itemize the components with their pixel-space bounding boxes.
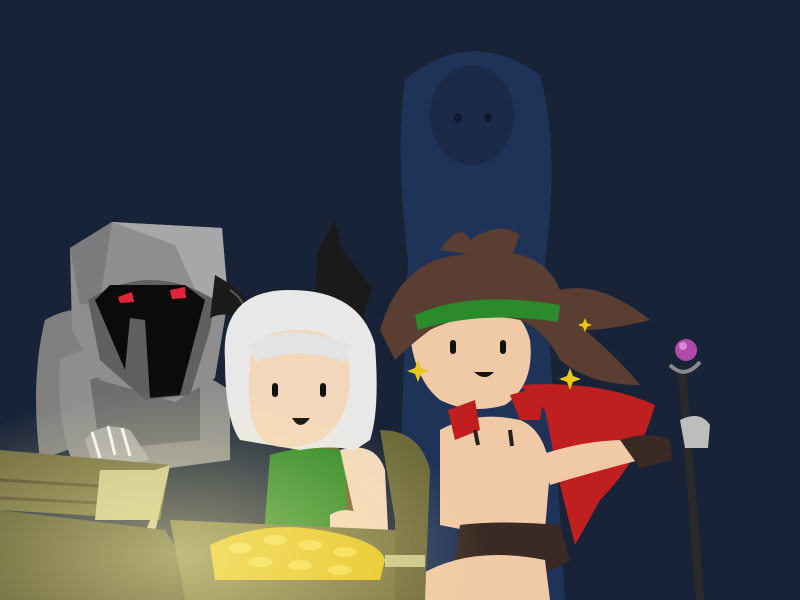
chest-glow [0, 300, 560, 600]
staff-orb [675, 339, 697, 361]
treasure-scene [0, 0, 800, 600]
